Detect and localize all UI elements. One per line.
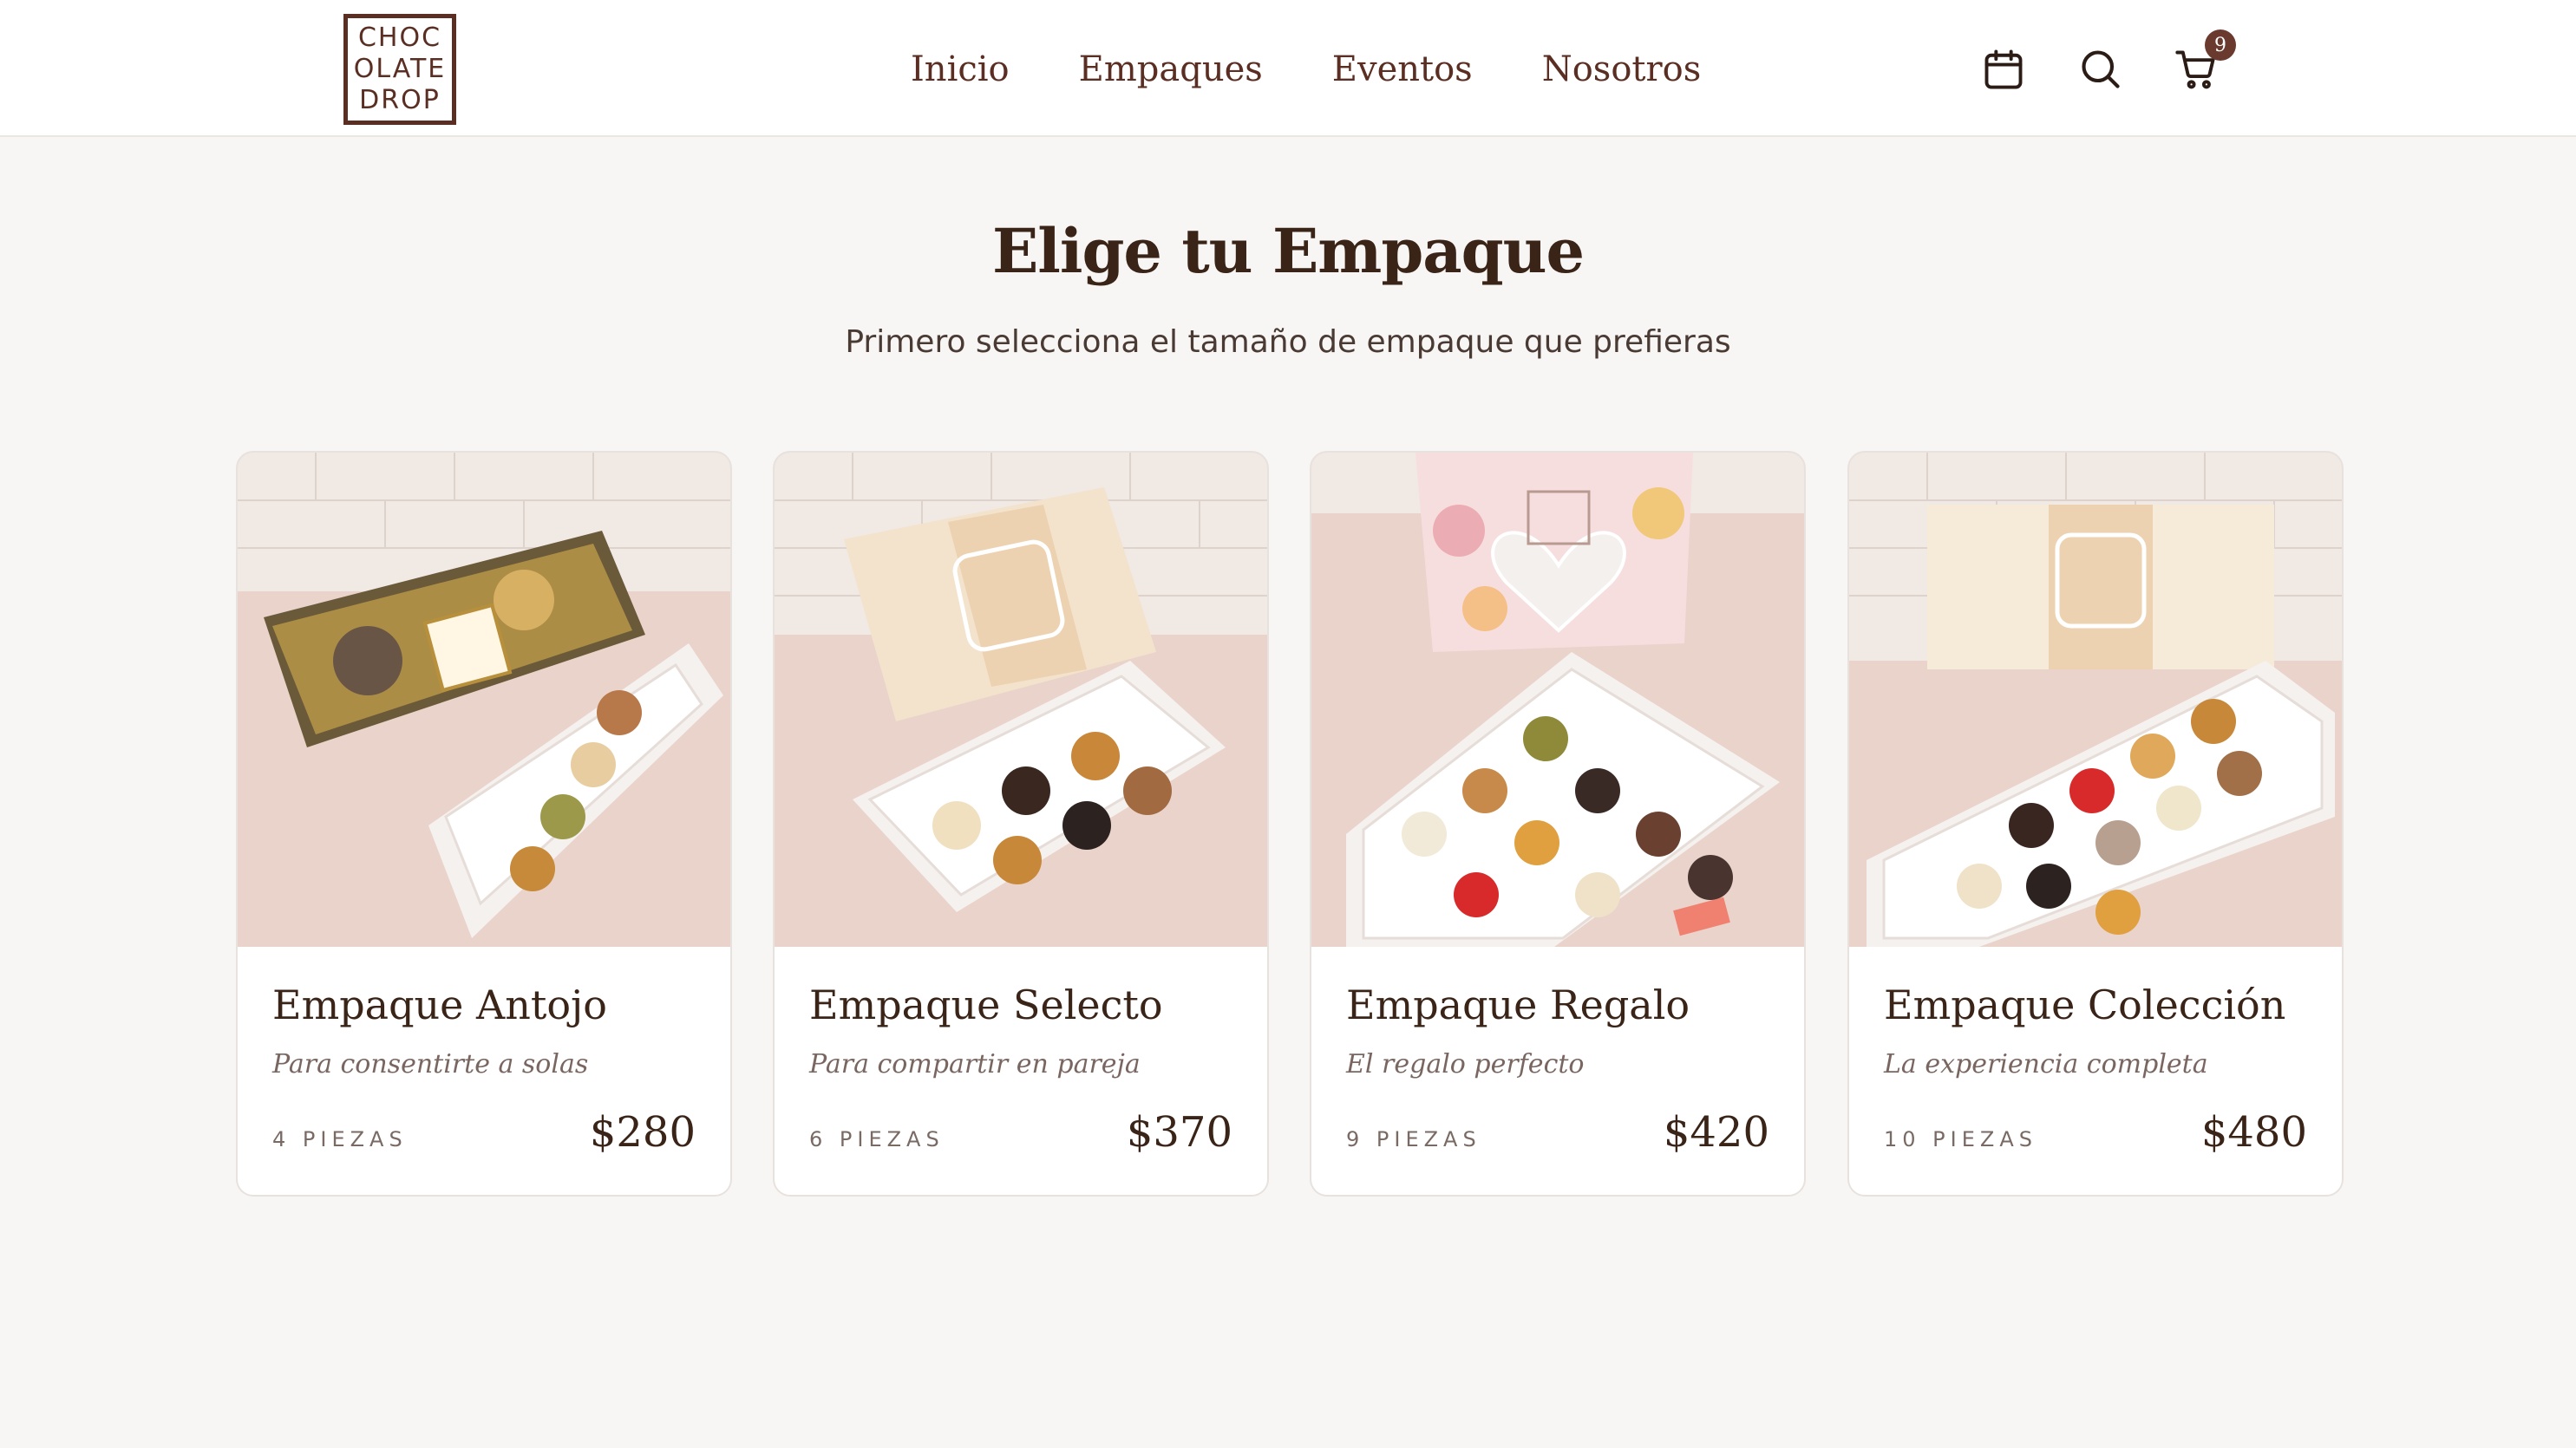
package-pieces: 4 PIEZAS <box>272 1127 408 1151</box>
package-photo <box>775 453 1267 947</box>
package-card-regalo[interactable]: Empaque Regalo El regalo perfecto 9 PIEZ… <box>1310 451 1806 1197</box>
calendar-icon <box>1984 49 2023 89</box>
package-photo <box>238 453 730 947</box>
package-card-selecto[interactable]: Empaque Selecto Para compartir en pareja… <box>773 451 1269 1197</box>
package-name: Empaque Selecto <box>809 982 1163 1028</box>
package-card-antojo[interactable]: Empaque Antojo Para consentirte a solas … <box>236 451 732 1197</box>
page-subtitle: Primero selecciona el tamaño de empaque … <box>845 324 1731 360</box>
package-tagline: Para compartir en pareja <box>809 1049 1141 1079</box>
package-price: $280 <box>589 1108 696 1157</box>
package-photo <box>1311 453 1804 947</box>
nav-inicio[interactable]: Inicio <box>911 49 1010 89</box>
logo-line-1: CHOC <box>357 23 442 53</box>
logo-line-3: DROP <box>359 85 441 115</box>
calendar-button[interactable] <box>1979 42 2028 97</box>
site-header: CHOC OLATE DROP Inicio Empaques Eventos … <box>0 0 2576 137</box>
package-name: Empaque Colección <box>1884 982 2286 1028</box>
package-name: Empaque Regalo <box>1346 982 1690 1028</box>
main-nav: Inicio Empaques Eventos Nosotros <box>911 43 1701 95</box>
package-tagline: La experiencia completa <box>1884 1049 2208 1079</box>
nav-empaques[interactable]: Empaques <box>1079 49 1263 89</box>
package-card-coleccion[interactable]: Empaque Colección La experiencia complet… <box>1847 451 2344 1197</box>
nav-nosotros[interactable]: Nosotros <box>1542 49 1702 89</box>
package-photo <box>1849 453 2342 947</box>
package-pieces: 9 PIEZAS <box>1346 1127 1481 1151</box>
package-pieces: 10 PIEZAS <box>1884 1127 2037 1151</box>
package-name: Empaque Antojo <box>272 982 607 1028</box>
search-button[interactable] <box>2076 42 2125 97</box>
search-icon <box>2082 50 2120 88</box>
cart-count-badge: 9 <box>2205 29 2236 61</box>
brand-logo[interactable]: CHOC OLATE DROP <box>343 14 456 125</box>
package-price: $480 <box>2200 1108 2307 1157</box>
package-price: $420 <box>1663 1108 1769 1157</box>
nav-eventos[interactable]: Eventos <box>1332 49 1473 89</box>
logo-line-2: OLATE <box>353 54 447 84</box>
package-price: $370 <box>1126 1108 1232 1157</box>
page-title: Elige tu Empaque <box>991 215 1585 287</box>
package-tagline: Para consentirte a solas <box>272 1049 589 1079</box>
package-tagline: El regalo perfecto <box>1346 1049 1585 1079</box>
package-pieces: 6 PIEZAS <box>809 1127 945 1151</box>
